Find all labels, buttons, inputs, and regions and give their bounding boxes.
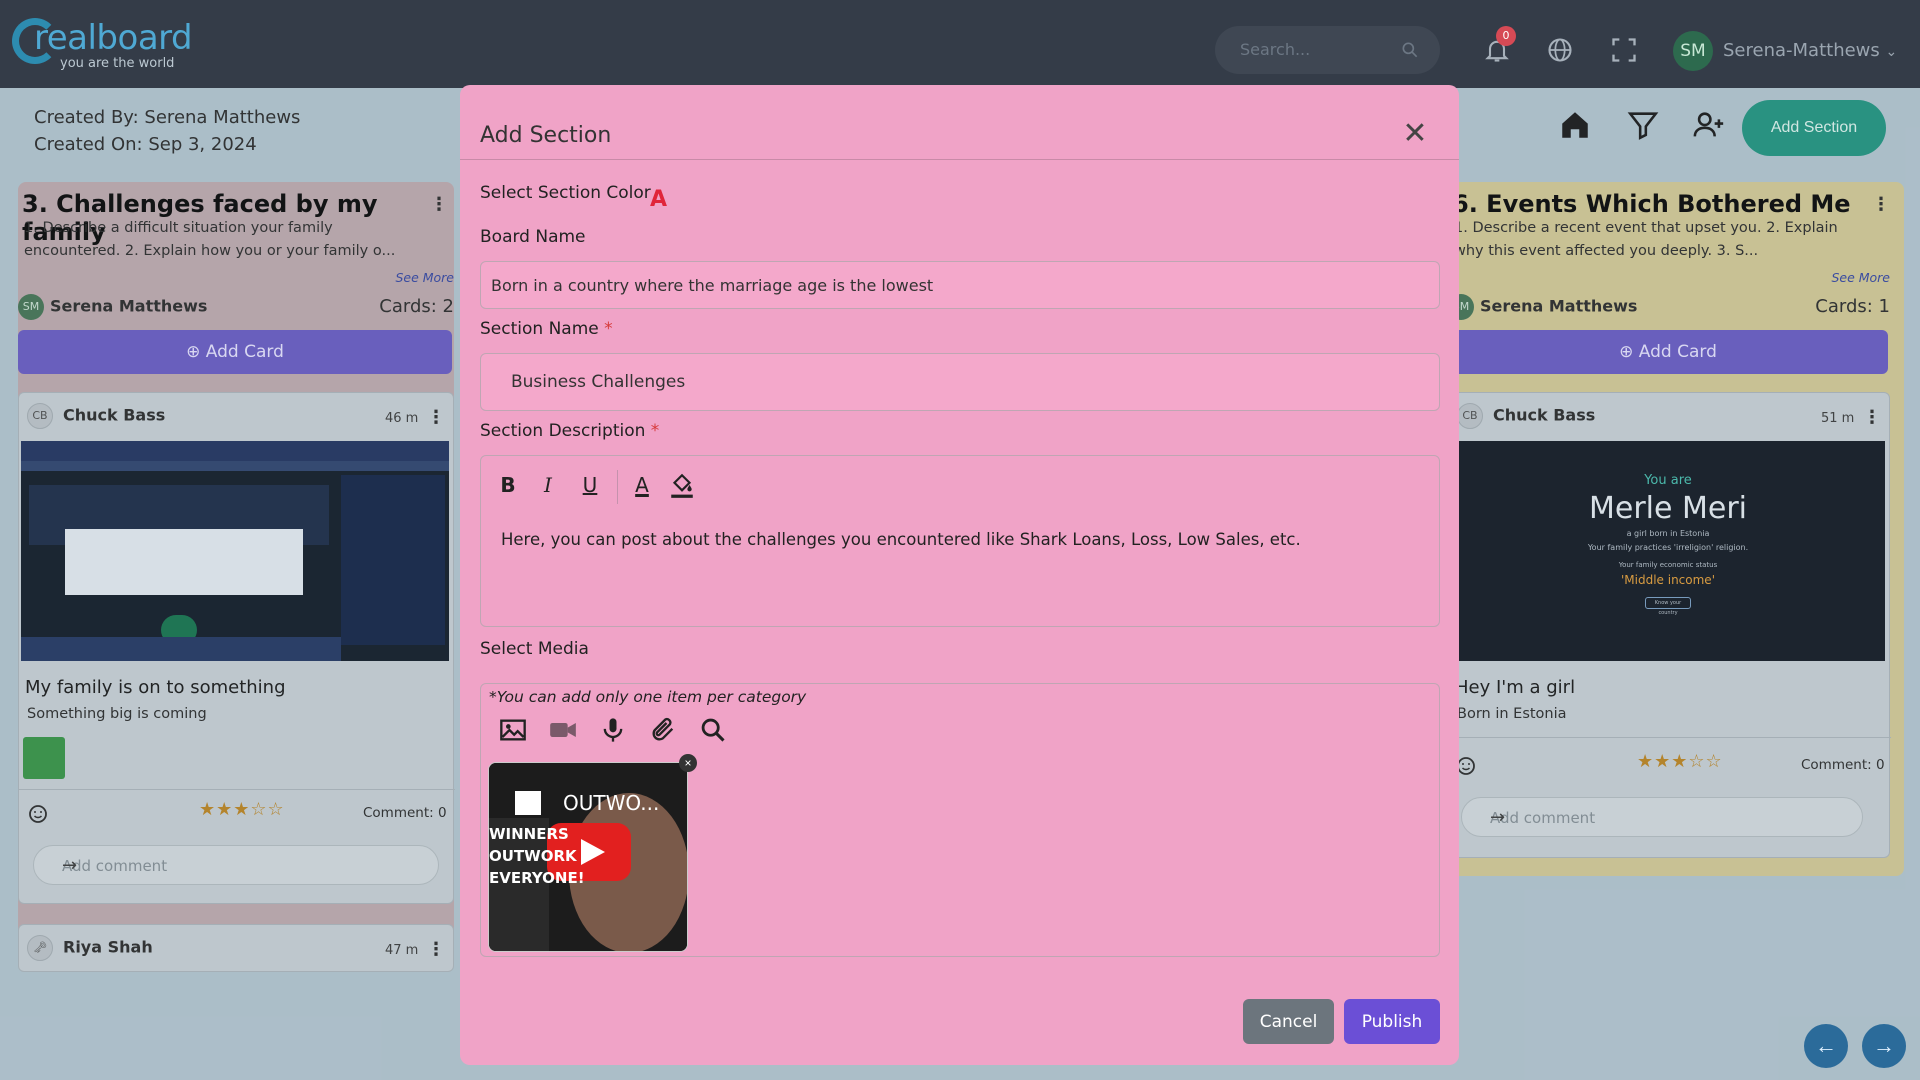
fullscreen-icon[interactable] xyxy=(1610,36,1638,64)
section-name-label: Section Name * xyxy=(480,319,613,339)
search-icon[interactable] xyxy=(699,716,727,744)
section-description-text[interactable]: Here, you can post about the challenges … xyxy=(501,530,1301,549)
user-avatar[interactable]: SM xyxy=(1673,31,1713,71)
toolbar-separator xyxy=(617,470,618,504)
board-name-label: Board Name xyxy=(480,227,586,247)
section-name-label-text: Section Name xyxy=(480,319,599,339)
notification-badge: 0 xyxy=(1496,26,1516,46)
rich-text-editor[interactable]: B I U A Here, you can post about the cha… xyxy=(480,455,1440,627)
thumbnail-title: OUTWO... xyxy=(563,791,660,815)
chevron-down-icon: ⌄ xyxy=(1885,44,1898,60)
thumbnail-text: WINNERS OUTWORK EVERYONE! xyxy=(489,825,585,887)
globe-icon[interactable] xyxy=(1546,36,1574,64)
search-placeholder: Search... xyxy=(1240,40,1311,59)
cancel-button[interactable]: Cancel xyxy=(1243,999,1334,1044)
italic-button[interactable]: I xyxy=(535,470,561,500)
select-color-label: Select Section Color xyxy=(480,183,651,203)
realboard-logo[interactable]: realboard you are the world xyxy=(12,16,193,76)
search-bar[interactable]: Search... xyxy=(1215,26,1440,74)
modal-title: Add Section xyxy=(480,123,612,148)
modal-divider xyxy=(460,159,1459,160)
user-menu[interactable]: Serena-Matthews ⌄ xyxy=(1723,40,1897,61)
top-navbar: realboard you are the world Search... 0 … xyxy=(0,0,1920,88)
text-color-button[interactable]: A xyxy=(629,470,655,500)
video-thumbnail[interactable]: OUTWO... WINNERS OUTWORK EVERYONE! xyxy=(488,762,688,952)
remove-media-button[interactable]: × xyxy=(679,754,697,772)
required-marker: * xyxy=(604,319,613,339)
section-description-label: Section Description * xyxy=(480,421,659,441)
select-media-label: Select Media xyxy=(480,639,589,659)
add-section-modal: Add Section ✕ Select Section Color A Boa… xyxy=(460,85,1459,1065)
logo-wordmark: realboard xyxy=(34,18,193,58)
microphone-icon[interactable] xyxy=(599,716,627,744)
section-description-label-text: Section Description xyxy=(480,421,646,441)
text-color-picker-icon[interactable]: A xyxy=(650,187,667,212)
media-note: *You can add only one item per category xyxy=(489,688,807,706)
publish-button[interactable]: Publish xyxy=(1344,999,1440,1044)
required-marker: * xyxy=(650,421,660,441)
video-icon[interactable] xyxy=(549,716,577,744)
underline-button[interactable]: U xyxy=(577,470,603,500)
bold-button[interactable]: B xyxy=(495,470,521,500)
next-arrow-button[interactable]: → xyxy=(1862,1024,1906,1068)
close-icon[interactable]: ✕ xyxy=(1400,119,1430,149)
user-name-label: Serena-Matthews xyxy=(1723,40,1880,61)
search-icon[interactable] xyxy=(1400,40,1420,60)
image-icon[interactable] xyxy=(499,716,527,744)
media-picker: *You can add only one item per category … xyxy=(480,683,1440,957)
section-name-field[interactable] xyxy=(480,353,1440,411)
attachment-icon[interactable] xyxy=(649,716,677,744)
previous-arrow-button[interactable]: ← xyxy=(1804,1024,1848,1068)
paint-bucket-icon[interactable] xyxy=(669,472,695,500)
logo-tagline: you are the world xyxy=(60,56,175,71)
board-name-field[interactable] xyxy=(480,261,1440,309)
